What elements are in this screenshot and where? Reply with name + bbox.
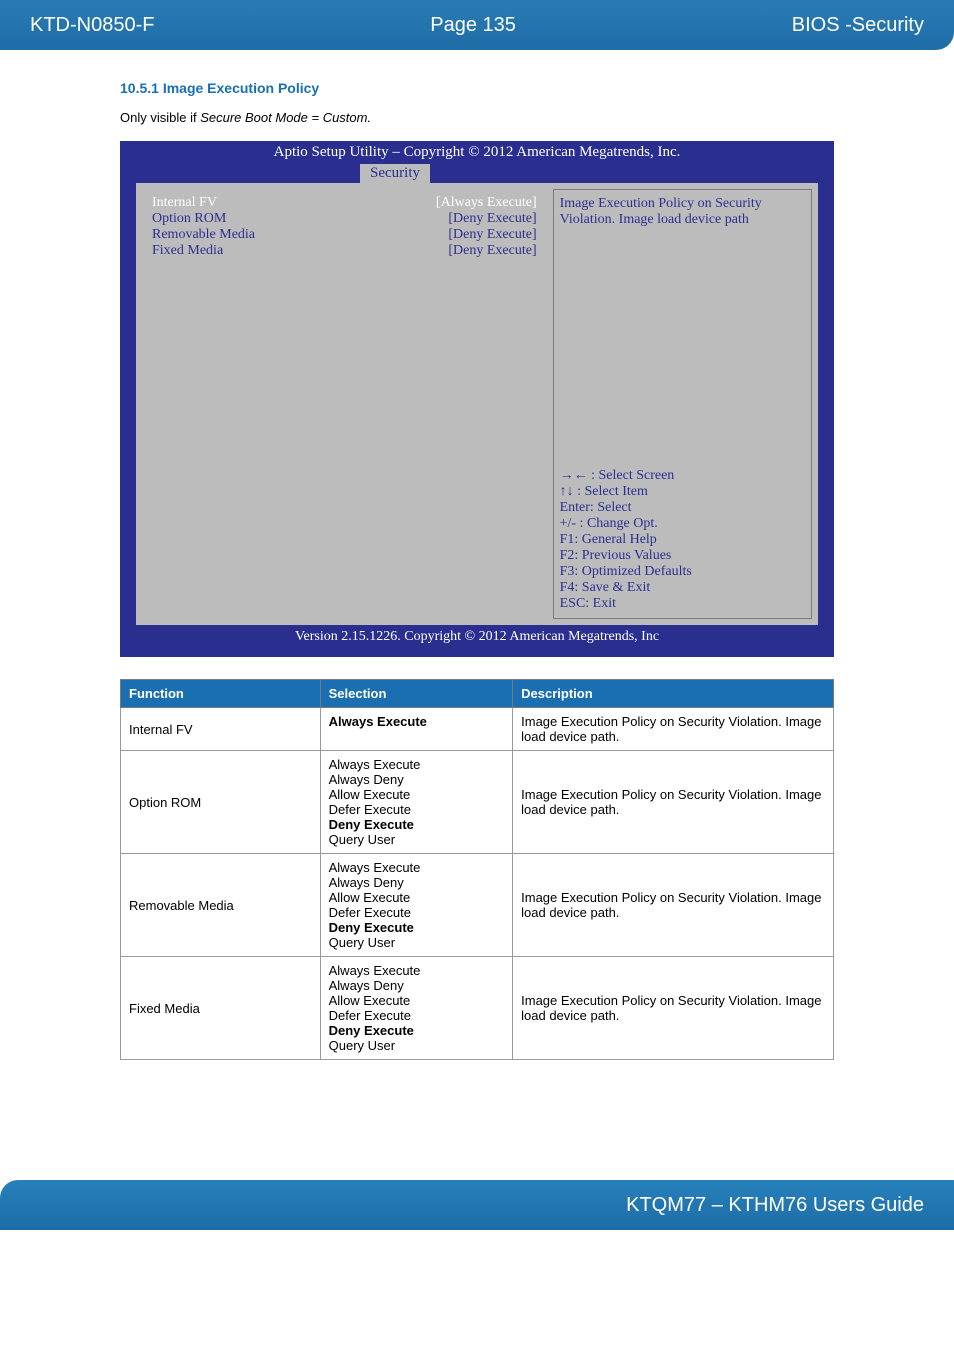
bios-tab-row: Security — [120, 164, 834, 183]
footer-text: KTQM77 – KTHM76 Users Guide — [626, 1194, 924, 1217]
bios-version: Version 2.15.1226. Copyright © 2012 Amer… — [120, 625, 834, 645]
bios-help-text: Image Execution Policy on Security Viola… — [560, 196, 805, 228]
bios-option-value: [Always Execute] — [436, 195, 537, 211]
bios-option-value: [Deny Execute] — [448, 227, 536, 243]
cell-description: Image Execution Policy on Security Viola… — [513, 957, 834, 1060]
cell-selection: Always ExecuteAlways DenyAllow ExecuteDe… — [320, 751, 513, 854]
bios-screenshot: Aptio Setup Utility – Copyright © 2012 A… — [120, 141, 834, 657]
table-row: Option ROMAlways ExecuteAlways DenyAllow… — [121, 751, 834, 854]
table-row: Internal FV Always Execute Image Execution… — [121, 708, 834, 751]
selection-option: Deny Execute — [329, 920, 505, 935]
selection-option: Defer Execute — [329, 1008, 505, 1023]
doc-code: KTD-N0850-F — [30, 14, 154, 37]
bios-option-label: Internal FV — [152, 195, 217, 211]
selection-option: Always Deny — [329, 978, 505, 993]
cell-description: Image Execution Policy on Security Viola… — [513, 854, 834, 957]
note-italic: Secure Boot Mode = Custom. — [200, 110, 371, 125]
selection-option: Always Deny — [329, 772, 505, 787]
cell-description: Image Execution Policy on Security Viola… — [513, 708, 834, 751]
selection-option: Defer Execute — [329, 905, 505, 920]
page-content: 10.5.1 Image Execution Policy Only visib… — [0, 50, 954, 1100]
bios-option-label: Fixed Media — [152, 243, 223, 259]
bios-option-row: Option ROM [Deny Execute] — [148, 211, 541, 227]
cell-function: Fixed Media — [121, 957, 321, 1060]
selection-option: Query User — [329, 1038, 505, 1053]
page-footer: KTQM77 – KTHM76 Users Guide — [0, 1180, 954, 1230]
selection-option: Query User — [329, 935, 505, 950]
selection-option: Query User — [329, 832, 505, 847]
cell-selection: Always ExecuteAlways DenyAllow ExecuteDe… — [320, 854, 513, 957]
selection-option: Allow Execute — [329, 890, 505, 905]
section-title: 10.5.1 Image Execution Policy — [120, 80, 834, 96]
selection-option: Always Execute — [329, 963, 505, 978]
selection-option: Deny Execute — [329, 817, 505, 832]
selection-option: Allow Execute — [329, 993, 505, 1008]
table-header-row: Function Selection Description — [121, 680, 834, 708]
bios-option-row: Internal FV [Always Execute] — [148, 195, 541, 211]
cell-selection: Always Execute — [320, 708, 513, 751]
bios-body: Internal FV [Always Execute] Option ROM [De… — [142, 189, 812, 619]
cell-function: Removable Media — [121, 854, 321, 957]
bios-caption: Aptio Setup Utility – Copyright © 2012 A… — [120, 141, 834, 164]
bios-key-help: →← : Select Screen ↑↓ : Select Item Ente… — [560, 468, 805, 612]
cell-function: Option ROM — [121, 751, 321, 854]
bios-left-pane: Internal FV [Always Execute] Option ROM [De… — [142, 189, 547, 619]
selection-option: Deny Execute — [329, 1023, 505, 1038]
section-note: Only visible if Secure Boot Mode = Custo… — [120, 110, 834, 125]
bios-option-value: [Deny Execute] — [448, 211, 536, 227]
bios-option-value: [Deny Execute] — [448, 243, 536, 259]
bios-option-row: Fixed Media [Deny Execute] — [148, 243, 541, 259]
note-prefix: Only visible if — [120, 110, 200, 125]
bios-body-outer: Internal FV [Always Execute] Option ROM [De… — [136, 183, 818, 625]
selection-option: Always Execute — [329, 714, 505, 729]
page-section: BIOS -Security — [792, 14, 924, 37]
selection-option: Always Execute — [329, 860, 505, 875]
cell-selection: Always ExecuteAlways DenyAllow ExecuteDe… — [320, 957, 513, 1060]
bios-right-pane: Image Execution Policy on Security Viola… — [553, 189, 812, 619]
selection-option: Allow Execute — [329, 787, 505, 802]
options-table: Function Selection Description Internal … — [120, 679, 834, 1060]
bios-option-label: Option ROM — [152, 211, 226, 227]
page-header: KTD-N0850-F Page 135 BIOS -Security — [0, 0, 954, 50]
bios-option-row: Removable Media [Deny Execute] — [148, 227, 541, 243]
selection-option: Defer Execute — [329, 802, 505, 817]
table-row: Removable MediaAlways ExecuteAlways Deny… — [121, 854, 834, 957]
selection-option: Always Execute — [329, 757, 505, 772]
selection-option: Always Deny — [329, 875, 505, 890]
table-row: Fixed MediaAlways ExecuteAlways DenyAllo… — [121, 957, 834, 1060]
th-description: Description — [513, 680, 834, 708]
th-function: Function — [121, 680, 321, 708]
bios-option-label: Removable Media — [152, 227, 255, 243]
cell-description: Image Execution Policy on Security Viola… — [513, 751, 834, 854]
page-number: Page 135 — [154, 14, 791, 37]
cell-function: Internal FV — [121, 708, 321, 751]
th-selection: Selection — [320, 680, 513, 708]
bios-tab-security: Security — [360, 164, 430, 183]
